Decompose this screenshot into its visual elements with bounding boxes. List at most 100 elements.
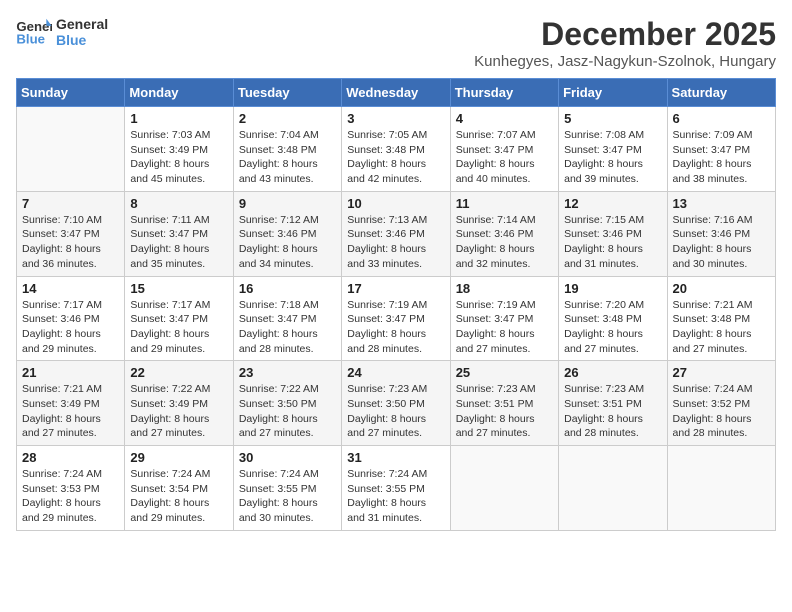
day-number: 10 — [347, 196, 444, 211]
calendar-cell: 2 Sunrise: 7:04 AMSunset: 3:48 PMDaylight… — [233, 107, 341, 192]
calendar-cell: 14Sunrise: 7:17 AMSunset: 3:46 PMDayligh… — [17, 276, 125, 361]
day-number: 13 — [673, 196, 770, 211]
calendar-cell: 7 Sunrise: 7:10 AMSunset: 3:47 PMDaylight… — [17, 191, 125, 276]
day-number: 31 — [347, 450, 444, 465]
title-block: December 2025 Kunhegyes, Jasz-Nagykun-Sz… — [474, 16, 776, 70]
calendar-cell: 15 Sunrise: 7:17 AMSunset: 3:47 PMDayligh… — [125, 276, 233, 361]
page-header: General Blue General Blue December 2025 … — [16, 16, 776, 70]
calendar-week-1: 1Sunrise: 7:03 AMSunset: 3:49 PMDaylight… — [17, 107, 776, 192]
day-info: Sunrise: 7:05 AMSunset: 3:48 PMDaylight:… — [347, 128, 444, 187]
day-info: Sunrise: 7:04 AMSunset: 3:48 PMDaylight:… — [239, 128, 336, 187]
day-info: Sunrise: 7:22 AMSunset: 3:49 PMDaylight:… — [130, 382, 227, 441]
day-info: Sunrise: 7:09 AMSunset: 3:47 PMDaylight:… — [673, 128, 770, 187]
calendar-cell: 6 Sunrise: 7:09 AMSunset: 3:47 PMDaylight… — [667, 107, 775, 192]
day-info: Sunrise: 7:23 AMSunset: 3:51 PMDaylight:… — [456, 382, 553, 441]
calendar-cell: 20Sunrise: 7:21 AMSunset: 3:48 PMDayligh… — [667, 276, 775, 361]
day-info: Sunrise: 7:17 AMSunset: 3:47 PMDaylight:… — [130, 298, 227, 357]
calendar-week-4: 21Sunrise: 7:21 AMSunset: 3:49 PMDayligh… — [17, 361, 776, 446]
calendar-cell: 10 Sunrise: 7:13 AMSunset: 3:46 PMDayligh… — [342, 191, 450, 276]
day-number: 5 — [564, 111, 661, 126]
calendar-cell: 17 Sunrise: 7:19 AMSunset: 3:47 PMDayligh… — [342, 276, 450, 361]
weekday-header-monday: Monday — [125, 79, 233, 107]
calendar-cell — [559, 446, 667, 531]
logo-line1: General — [56, 16, 108, 32]
day-info: Sunrise: 7:15 AMSunset: 3:46 PMDaylight:… — [564, 213, 661, 272]
day-info: Sunrise: 7:20 AMSunset: 3:48 PMDaylight:… — [564, 298, 661, 357]
day-number: 6 — [673, 111, 770, 126]
day-number: 11 — [456, 196, 553, 211]
calendar-cell: 23 Sunrise: 7:22 AMSunset: 3:50 PMDayligh… — [233, 361, 341, 446]
calendar-cell: 28Sunrise: 7:24 AMSunset: 3:53 PMDayligh… — [17, 446, 125, 531]
calendar-cell: 16Sunrise: 7:18 AMSunset: 3:47 PMDayligh… — [233, 276, 341, 361]
calendar-cell — [17, 107, 125, 192]
day-info: Sunrise: 7:19 AMSunset: 3:47 PMDaylight:… — [347, 298, 444, 357]
day-info: Sunrise: 7:07 AMSunset: 3:47 PMDaylight:… — [456, 128, 553, 187]
calendar-cell: 19Sunrise: 7:20 AMSunset: 3:48 PMDayligh… — [559, 276, 667, 361]
calendar-body: 1Sunrise: 7:03 AMSunset: 3:49 PMDaylight… — [17, 107, 776, 531]
calendar-cell: 27 Sunrise: 7:24 AMSunset: 3:52 PMDayligh… — [667, 361, 775, 446]
day-info: Sunrise: 7:16 AMSunset: 3:46 PMDaylight:… — [673, 213, 770, 272]
day-number: 21 — [22, 365, 119, 380]
calendar-cell: 21Sunrise: 7:21 AMSunset: 3:49 PMDayligh… — [17, 361, 125, 446]
day-info: Sunrise: 7:24 AMSunset: 3:52 PMDaylight:… — [673, 382, 770, 441]
day-info: Sunrise: 7:24 AMSunset: 3:54 PMDaylight:… — [130, 467, 227, 526]
calendar-cell: 24Sunrise: 7:23 AMSunset: 3:50 PMDayligh… — [342, 361, 450, 446]
calendar-cell: 18 Sunrise: 7:19 AMSunset: 3:47 PMDayligh… — [450, 276, 558, 361]
day-number: 15 — [130, 281, 227, 296]
day-info: Sunrise: 7:22 AMSunset: 3:50 PMDaylight:… — [239, 382, 336, 441]
day-number: 3 — [347, 111, 444, 126]
calendar-cell — [667, 446, 775, 531]
day-info: Sunrise: 7:18 AMSunset: 3:47 PMDaylight:… — [239, 298, 336, 357]
day-number: 26 — [564, 365, 661, 380]
day-info: Sunrise: 7:11 AMSunset: 3:47 PMDaylight:… — [130, 213, 227, 272]
calendar-cell: 30Sunrise: 7:24 AMSunset: 3:55 PMDayligh… — [233, 446, 341, 531]
calendar-week-5: 28Sunrise: 7:24 AMSunset: 3:53 PMDayligh… — [17, 446, 776, 531]
day-info: Sunrise: 7:10 AMSunset: 3:47 PMDaylight:… — [22, 213, 119, 272]
day-number: 23 — [239, 365, 336, 380]
calendar-cell: 4 Sunrise: 7:07 AMSunset: 3:47 PMDaylight… — [450, 107, 558, 192]
calendar-cell: 26Sunrise: 7:23 AMSunset: 3:51 PMDayligh… — [559, 361, 667, 446]
calendar-table: SundayMondayTuesdayWednesdayThursdayFrid… — [16, 78, 776, 531]
calendar-week-2: 7 Sunrise: 7:10 AMSunset: 3:47 PMDaylight… — [17, 191, 776, 276]
day-info: Sunrise: 7:24 AMSunset: 3:53 PMDaylight:… — [22, 467, 119, 526]
day-info: Sunrise: 7:13 AMSunset: 3:46 PMDaylight:… — [347, 213, 444, 272]
logo-icon: General Blue — [16, 17, 52, 47]
logo: General Blue General Blue — [16, 16, 108, 48]
day-info: Sunrise: 7:08 AMSunset: 3:47 PMDaylight:… — [564, 128, 661, 187]
calendar-week-3: 14Sunrise: 7:17 AMSunset: 3:46 PMDayligh… — [17, 276, 776, 361]
calendar-cell: 13 Sunrise: 7:16 AMSunset: 3:46 PMDayligh… — [667, 191, 775, 276]
day-info: Sunrise: 7:19 AMSunset: 3:47 PMDaylight:… — [456, 298, 553, 357]
day-number: 4 — [456, 111, 553, 126]
weekday-header-thursday: Thursday — [450, 79, 558, 107]
calendar-cell: 29 Sunrise: 7:24 AMSunset: 3:54 PMDayligh… — [125, 446, 233, 531]
calendar-cell: 1Sunrise: 7:03 AMSunset: 3:49 PMDaylight… — [125, 107, 233, 192]
day-number: 8 — [130, 196, 227, 211]
calendar-cell: 25Sunrise: 7:23 AMSunset: 3:51 PMDayligh… — [450, 361, 558, 446]
day-info: Sunrise: 7:17 AMSunset: 3:46 PMDaylight:… — [22, 298, 119, 357]
day-number: 7 — [22, 196, 119, 211]
calendar-cell: 9 Sunrise: 7:12 AMSunset: 3:46 PMDaylight… — [233, 191, 341, 276]
day-info: Sunrise: 7:12 AMSunset: 3:46 PMDaylight:… — [239, 213, 336, 272]
calendar-cell: 3 Sunrise: 7:05 AMSunset: 3:48 PMDaylight… — [342, 107, 450, 192]
month-year-title: December 2025 — [474, 16, 776, 53]
weekday-header-tuesday: Tuesday — [233, 79, 341, 107]
day-number: 20 — [673, 281, 770, 296]
weekday-header-friday: Friday — [559, 79, 667, 107]
day-number: 9 — [239, 196, 336, 211]
day-number: 27 — [673, 365, 770, 380]
day-number: 2 — [239, 111, 336, 126]
day-number: 18 — [456, 281, 553, 296]
weekday-header-row: SundayMondayTuesdayWednesdayThursdayFrid… — [17, 79, 776, 107]
day-info: Sunrise: 7:14 AMSunset: 3:46 PMDaylight:… — [456, 213, 553, 272]
day-number: 17 — [347, 281, 444, 296]
calendar-cell: 12Sunrise: 7:15 AMSunset: 3:46 PMDayligh… — [559, 191, 667, 276]
calendar-cell: 5 Sunrise: 7:08 AMSunset: 3:47 PMDaylight… — [559, 107, 667, 192]
location-subtitle: Kunhegyes, Jasz-Nagykun-Szolnok, Hungary — [474, 53, 776, 70]
day-info: Sunrise: 7:24 AMSunset: 3:55 PMDaylight:… — [347, 467, 444, 526]
calendar-cell: 22Sunrise: 7:22 AMSunset: 3:49 PMDayligh… — [125, 361, 233, 446]
calendar-cell: 8 Sunrise: 7:11 AMSunset: 3:47 PMDaylight… — [125, 191, 233, 276]
calendar-cell — [450, 446, 558, 531]
calendar-cell: 11 Sunrise: 7:14 AMSunset: 3:46 PMDayligh… — [450, 191, 558, 276]
day-number: 29 — [130, 450, 227, 465]
weekday-header-saturday: Saturday — [667, 79, 775, 107]
